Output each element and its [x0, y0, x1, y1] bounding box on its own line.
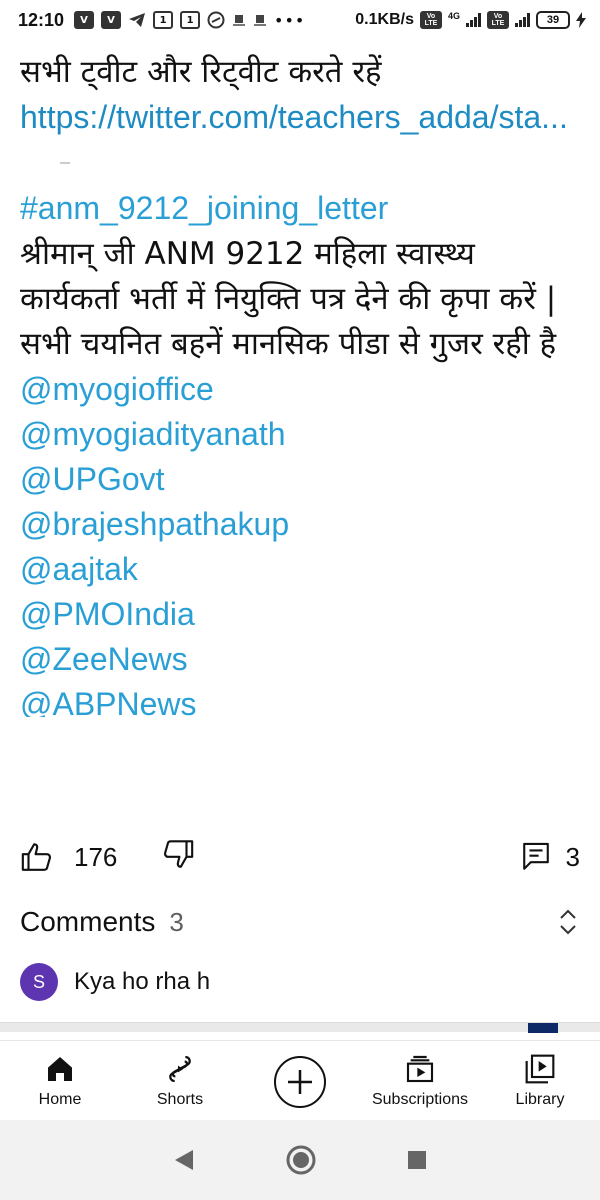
post-intro-text: सभी ट्वीट और रिट्वीट करते रहें: [20, 54, 382, 90]
nav-home[interactable]: Home: [0, 1041, 120, 1109]
like-button[interactable]: 176: [20, 840, 117, 874]
system-status: 0.1KB/s Vo LTE 4G Vo LTE 39: [355, 11, 586, 29]
like-count: 176: [74, 841, 118, 872]
volte-icon: Vo LTE: [419, 11, 442, 29]
dislike-button[interactable]: [161, 837, 195, 878]
data-rate: 0.1KB/s: [355, 11, 414, 28]
vivo-icon-2: V: [101, 11, 122, 29]
comments-header[interactable]: Comments 3: [20, 902, 580, 942]
hashtag-link[interactable]: #anm_9212_joining_letter: [20, 190, 388, 226]
post-body: #anm_9212_joining_letter श्रीमान् जी ANM…: [20, 186, 580, 367]
notification-box-icon: 1: [153, 11, 174, 29]
network-type: 4G: [447, 11, 460, 21]
content-strip: [0, 1022, 600, 1033]
mention-link[interactable]: @myogiadityanath: [20, 412, 580, 457]
home-circle-icon[interactable]: [285, 1144, 317, 1176]
subscriptions-icon: [406, 1055, 434, 1083]
avatar: S: [20, 963, 58, 1001]
strip-accent: [528, 1023, 558, 1033]
mention-link[interactable]: @ABPNews: [20, 682, 580, 717]
bottom-navigation: Home Shorts Subscriptions Library: [0, 1040, 600, 1116]
mention-link[interactable]: @myogioffice: [20, 367, 580, 412]
signal-icon: [466, 13, 481, 27]
nav-library-label: Library: [515, 1091, 565, 1108]
back-icon[interactable]: [173, 1148, 195, 1172]
comment-preview[interactable]: S Kya ho rha h: [20, 962, 580, 1002]
telegram-icon: [129, 13, 146, 27]
thumbs-up-icon: [21, 843, 51, 871]
recents-icon[interactable]: [407, 1150, 427, 1170]
comments-count: 3: [169, 906, 184, 937]
notification-box-icon-2: 1: [180, 11, 201, 29]
community-post: सभी ट्वीट और रिट्वीट करते रहें https://t…: [20, 50, 580, 717]
vivo-icon: V: [74, 11, 95, 29]
volte-icon-2: Vo LTE: [487, 11, 509, 29]
system-navigation: [0, 1120, 600, 1200]
nav-subscriptions-label: Subscriptions: [371, 1091, 469, 1108]
nav-subscriptions[interactable]: Subscriptions: [360, 1041, 480, 1109]
signal-icon-2: [515, 13, 530, 27]
library-icon: [525, 1054, 555, 1084]
post-link[interactable]: https://twitter.com/teachers_adda/sta...: [20, 99, 568, 135]
status-bar: 12:10 V V 1 1 ••• 0.1KB/s Vo LTE 4G Vo L…: [0, 0, 600, 40]
mentions-list: @myogioffice @myogiadityanath @UPGovt @b…: [20, 367, 580, 717]
shield-icon: [207, 11, 225, 29]
comment-icon: [522, 842, 549, 870]
post-body-text: श्रीमान् जी ANM 9212 महिला स्वास्थ्य कार…: [20, 236, 557, 362]
nav-shorts-label: Shorts: [156, 1091, 204, 1108]
nav-shorts[interactable]: Shorts: [120, 1041, 240, 1109]
mention-link[interactable]: @ZeeNews: [20, 637, 580, 682]
thumbs-down-icon: [164, 839, 194, 868]
clock: 12:10: [18, 9, 65, 30]
app-icon: [233, 15, 246, 26]
mention-link[interactable]: @UPGovt: [20, 457, 580, 502]
spacer: [60, 162, 70, 164]
shorts-icon: [169, 1055, 191, 1083]
nav-library[interactable]: Library: [480, 1041, 600, 1109]
comment-text: Kya ho rha h: [74, 968, 211, 995]
post-actions: 176 3: [20, 832, 580, 882]
notification-icons: V V 1 1 •••: [74, 11, 305, 30]
battery-level: 39: [546, 14, 560, 26]
battery-icon: 39: [536, 11, 570, 29]
create-icon: [274, 1056, 326, 1108]
expand-icon[interactable]: [556, 907, 580, 937]
mention-link[interactable]: @PMOIndia: [20, 592, 580, 637]
nav-home-label: Home: [38, 1091, 82, 1108]
app-icon-2: [254, 15, 267, 26]
more-notifications-icon: •••: [274, 10, 306, 30]
charging-icon: [576, 12, 586, 28]
comments-title: Comments: [20, 906, 156, 937]
mention-link[interactable]: @aajtak: [20, 547, 580, 592]
create-button[interactable]: [240, 1041, 360, 1109]
home-icon: [48, 1057, 72, 1081]
mention-link[interactable]: @brajeshpathakup: [20, 502, 580, 547]
comment-count: 3: [565, 841, 580, 872]
comments-button[interactable]: 3: [520, 840, 580, 874]
